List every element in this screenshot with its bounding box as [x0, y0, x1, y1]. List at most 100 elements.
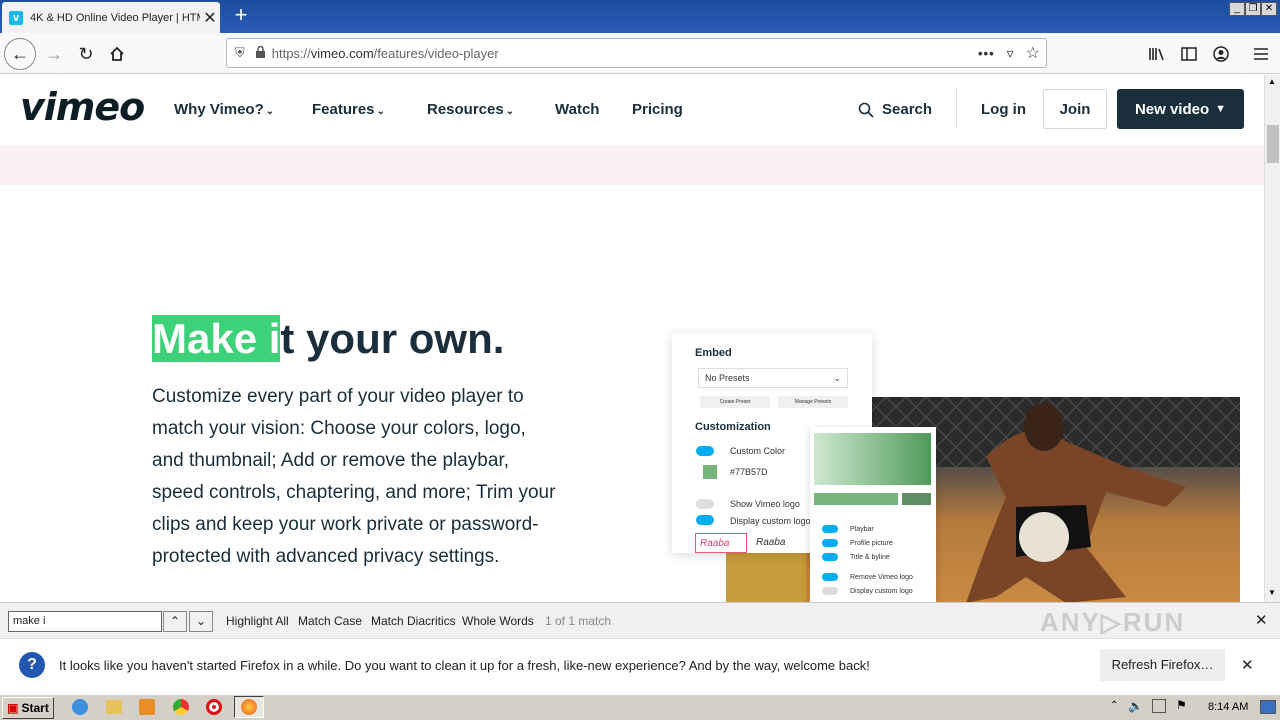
ie-icon[interactable]: [72, 699, 88, 715]
hero-body: Customize every part of your video playe…: [152, 386, 556, 567]
color-gradient[interactable]: [814, 433, 931, 485]
home-icon: [110, 46, 124, 61]
reload-button[interactable]: ↻: [72, 40, 100, 68]
logo-sample-2[interactable]: Raaba: [756, 537, 785, 548]
library-icon[interactable]: [1143, 40, 1171, 68]
windows-icon: ▣: [7, 701, 19, 715]
page-viewport: vimeo Why Vimeo? ⌄ Features ⌄ Resources ⌄ W…: [0, 75, 1264, 602]
account-icon[interactable]: [1207, 40, 1235, 68]
chevron-down-icon: ⌄: [833, 373, 841, 383]
firefox-taskbar-button[interactable]: [234, 696, 264, 718]
nav-watch[interactable]: Watch: [555, 101, 599, 118]
custom-color-toggle[interactable]: [696, 446, 714, 456]
highlight-all-option[interactable]: Highlight All: [226, 614, 289, 628]
nav-why-vimeo[interactable]: Why Vimeo? ⌄: [174, 101, 274, 118]
volume-icon[interactable]: 🔈: [1128, 699, 1143, 713]
match-status: 1 of 1 match: [545, 614, 612, 628]
flag-icon[interactable]: ⚑: [1176, 698, 1187, 712]
restore-button[interactable]: ❐: [1245, 2, 1261, 16]
nav-resources[interactable]: Resources ⌄: [427, 101, 514, 118]
match-diacritics-option[interactable]: Match Diacritics: [371, 614, 456, 628]
color-hex: #77B57D: [730, 467, 768, 477]
show-logo-toggle[interactable]: [696, 499, 714, 509]
page-actions-icon[interactable]: •••: [978, 46, 995, 61]
custom-logo-toggle-2[interactable]: [822, 587, 838, 595]
shield-icon: ⛨: [235, 45, 245, 60]
custom-logo-label-2: Display custom logo: [850, 588, 913, 595]
close-notification-icon[interactable]: ✕: [1241, 656, 1254, 674]
logo-sample-1[interactable]: Raaba: [695, 533, 747, 553]
forward-button[interactable]: →: [40, 40, 68, 68]
chevron-down-icon: ⌄: [505, 106, 515, 117]
preset-select[interactable]: No Presets ⌄: [698, 368, 848, 388]
remove-logo-label: Remove Vimeo logo: [850, 574, 913, 581]
whole-words-option[interactable]: Whole Words: [462, 614, 534, 628]
clock[interactable]: 8:14 AM: [1208, 701, 1248, 713]
find-previous-button[interactable]: ⌃: [163, 611, 187, 632]
join-button[interactable]: Join: [1043, 89, 1107, 129]
media-player-icon[interactable]: [139, 699, 155, 715]
custom-color-label: Custom Color: [730, 446, 786, 456]
close-window-button[interactable]: ✕: [1261, 2, 1277, 16]
page-scrollbar[interactable]: ▲ ▼: [1264, 75, 1280, 602]
pocket-icon[interactable]: ▿: [1007, 45, 1014, 62]
find-bar: make i ⌃ ⌄ Highlight All Match Case Matc…: [0, 602, 1280, 638]
firefox-icon: [241, 699, 257, 715]
nav-features[interactable]: Features ⌄: [312, 101, 385, 118]
playbar-toggle[interactable]: [822, 525, 838, 533]
find-next-button[interactable]: ⌄: [189, 611, 213, 632]
taskbar: ▣ Start ⌃ 🔈 ⚑ 8:14 AM: [0, 694, 1280, 720]
chevron-down-icon: ⌄: [265, 106, 275, 117]
hue-bar[interactable]: [814, 493, 898, 505]
tray-up-icon[interactable]: ⌃: [1110, 700, 1118, 711]
watermark: ANY▷RUN: [1040, 607, 1186, 637]
new-video-button[interactable]: New video ▼: [1117, 89, 1244, 129]
title-byline-label: Title & byline: [850, 554, 890, 561]
color-picker-panel: Playbar Profile picture Title & byline R…: [810, 427, 936, 602]
remove-logo-toggle[interactable]: [822, 573, 838, 581]
home-button[interactable]: [103, 40, 131, 68]
scroll-down-icon: ▼: [1268, 588, 1276, 597]
sidebar-icon[interactable]: [1175, 40, 1203, 68]
bookmark-star-icon[interactable]: ☆: [1026, 43, 1040, 63]
folder-icon[interactable]: [106, 700, 122, 714]
title-byline-toggle[interactable]: [822, 553, 838, 561]
close-tab-icon[interactable]: ✕: [200, 8, 220, 28]
find-highlight: Make i: [152, 315, 281, 362]
show-desktop-icon[interactable]: [1260, 700, 1276, 714]
minimize-button[interactable]: _: [1229, 2, 1245, 16]
profile-label: Profile picture: [850, 540, 893, 547]
search-button[interactable]: Search: [858, 101, 932, 118]
find-input[interactable]: make i: [8, 611, 162, 632]
refresh-firefox-button[interactable]: Refresh Firefox…: [1100, 649, 1225, 681]
close-find-bar-icon[interactable]: ✕: [1255, 611, 1268, 629]
browser-tab[interactable]: v 4K & HD Online Video Player | HTML ✕: [2, 2, 220, 33]
color-swatch[interactable]: [703, 465, 717, 479]
customization-title: Customization: [695, 421, 771, 433]
chevron-down-icon: ⌄: [376, 106, 385, 117]
opera-icon[interactable]: [206, 699, 222, 715]
match-case-option[interactable]: Match Case: [298, 614, 362, 628]
profile-toggle[interactable]: [822, 539, 838, 547]
network-icon[interactable]: [1152, 699, 1166, 713]
start-button[interactable]: ▣ Start: [2, 697, 54, 719]
lock-icon: [255, 45, 266, 61]
question-icon: ?: [19, 652, 45, 678]
menu-icon[interactable]: [1247, 40, 1275, 68]
vimeo-favicon-icon: v: [9, 10, 23, 25]
vimeo-logo[interactable]: vimeo: [20, 85, 145, 129]
color-preview: [902, 493, 931, 505]
custom-logo-toggle[interactable]: [696, 515, 714, 525]
create-preset-button[interactable]: Create Preset: [700, 396, 770, 408]
new-tab-button[interactable]: +: [230, 4, 252, 28]
manage-presets-button[interactable]: Manage Presets: [778, 396, 848, 408]
scroll-thumb[interactable]: [1267, 125, 1279, 163]
chrome-icon[interactable]: [173, 699, 189, 715]
url-bar[interactable]: ⛨ https://vimeo.com/features/video-playe…: [226, 38, 1047, 68]
playbar-label: Playbar: [850, 526, 874, 533]
nav-pricing[interactable]: Pricing: [632, 101, 683, 118]
login-link[interactable]: Log in: [981, 101, 1026, 118]
back-button[interactable]: ←: [4, 38, 36, 70]
search-icon: [858, 102, 874, 118]
custom-logo-label: Display custom logo: [730, 516, 811, 526]
